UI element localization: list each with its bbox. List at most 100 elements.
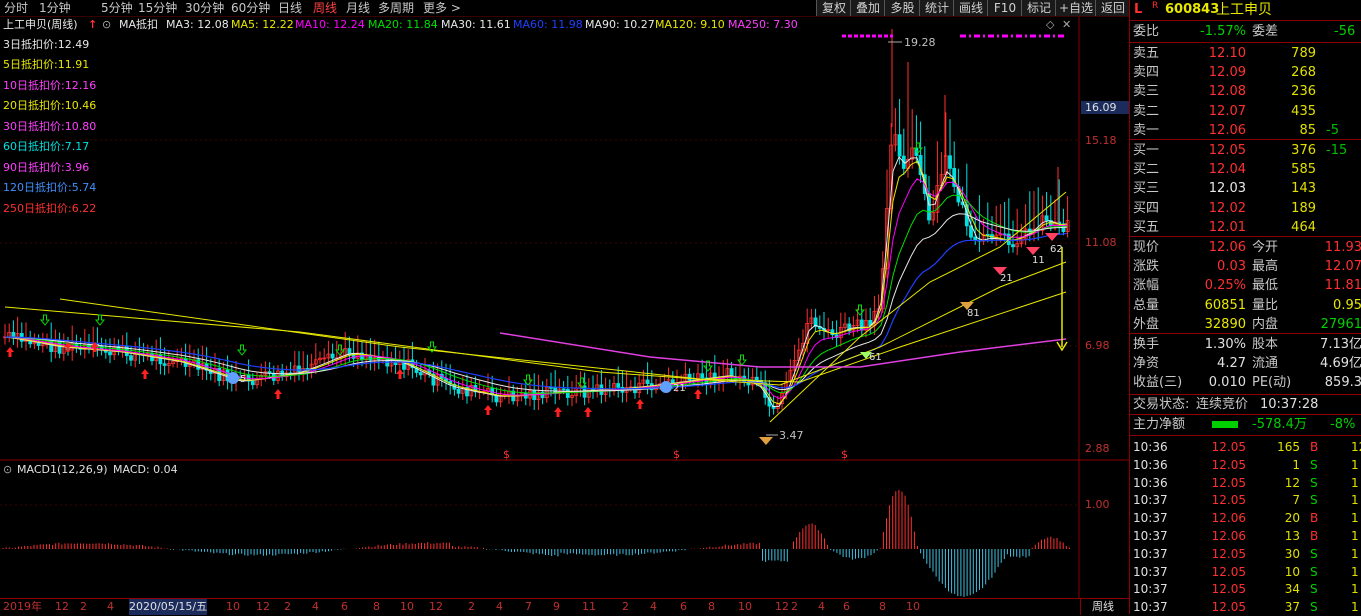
tick-row: 10:37 12.05 10 S 1 bbox=[1133, 564, 1359, 579]
candle-body bbox=[297, 365, 301, 372]
candle-body bbox=[162, 363, 167, 366]
sell-row[interactable]: 卖四 12.09 268 bbox=[1130, 63, 1361, 82]
macd-chart[interactable] bbox=[0, 461, 1129, 598]
candle-body bbox=[124, 345, 129, 357]
tick-row: 10:37 12.05 34 S 1 bbox=[1133, 582, 1359, 597]
sell-row[interactable]: 卖一 12.06 85 -5 bbox=[1130, 121, 1361, 140]
period-tab-fenshi[interactable]: 分时 bbox=[4, 0, 28, 16]
period-tab-60min[interactable]: 60分钟 bbox=[231, 0, 270, 16]
period-tab-week[interactable]: 周线 bbox=[313, 0, 337, 16]
high-label: 19.28 bbox=[904, 36, 936, 49]
candle-body bbox=[456, 388, 461, 394]
period-tab-more[interactable]: 更多 > bbox=[423, 0, 461, 16]
date-label: 4 bbox=[496, 600, 503, 613]
candle-body bbox=[330, 353, 335, 359]
period-tab-1min[interactable]: 1分钟 bbox=[39, 0, 71, 16]
sell-arrow-icon bbox=[736, 354, 748, 366]
buy-arrow-icon bbox=[554, 407, 562, 417]
sell-row[interactable]: 卖三 12.08 236 bbox=[1130, 82, 1361, 101]
date-label: 12 bbox=[55, 600, 69, 613]
date-label: 2 bbox=[80, 600, 87, 613]
sell-arrow-icon bbox=[94, 314, 106, 326]
period-tab-multi[interactable]: 多周期 bbox=[378, 0, 414, 16]
period-tab-15min[interactable]: 15分钟 bbox=[138, 0, 177, 16]
axis-divider bbox=[1080, 599, 1081, 615]
date-label: 2 bbox=[622, 600, 629, 613]
date-label: 4 bbox=[312, 600, 319, 613]
overlay-button[interactable]: 叠加 bbox=[850, 0, 885, 16]
multi-stock-button[interactable]: 多股 bbox=[884, 0, 920, 16]
ball-marker-icon bbox=[660, 381, 672, 393]
stock-code: 600843 bbox=[1165, 2, 1220, 17]
y-tick: 11.08 bbox=[1085, 236, 1117, 249]
sell-arrow-icon bbox=[522, 374, 534, 386]
tick-row: 10:3612.05165B12 bbox=[1133, 440, 1361, 454]
quote-panel: L R 600843 上工申贝 委比 -1.57% 委差 -56 卖五 12.10… bbox=[1129, 0, 1361, 614]
date-label: 12 bbox=[256, 600, 270, 613]
buy-arrow-icon bbox=[6, 347, 14, 357]
marker-label: 5 bbox=[240, 374, 246, 385]
date-label: 11 bbox=[582, 600, 596, 613]
stats-button[interactable]: 统计 bbox=[919, 0, 954, 16]
date-label: 2020/05/15/五 bbox=[129, 599, 208, 615]
marker-label: 21 bbox=[673, 383, 686, 394]
date-label: 6 bbox=[341, 600, 348, 613]
buy-row[interactable]: 买五 12.01 464 bbox=[1130, 218, 1361, 237]
back-button[interactable]: 返回 bbox=[1095, 0, 1130, 16]
buy-arrow-icon bbox=[694, 389, 702, 399]
period-tab-month[interactable]: 月线 bbox=[346, 0, 370, 16]
date-label: 10 bbox=[226, 600, 240, 613]
buy-row[interactable]: 买二 12.04 585 bbox=[1130, 160, 1361, 179]
quote-row: 涨幅 0.25% 最低 11.81 bbox=[1133, 278, 1361, 294]
sell-arrow-icon bbox=[39, 314, 51, 326]
quote-row: 总量 60851 量比 0.95 bbox=[1133, 297, 1361, 313]
stock-header: L R 600843 上工申贝 bbox=[1130, 0, 1361, 20]
date-axis: 2019年 12 2 4 2020/05/15/五 10 12 2 4 6 8 10 12 2 4 7 9 11 2… bbox=[0, 598, 1129, 615]
tick-row: 10:37 12.05 7 S 1 bbox=[1133, 493, 1359, 508]
candle-body bbox=[561, 388, 566, 391]
period-tab-5min[interactable]: 5分钟 bbox=[101, 0, 133, 16]
mark-button[interactable]: 标记 bbox=[1021, 0, 1056, 16]
kline-chart[interactable]: 19.28 3.47 5 21 61 81 21 11 62 $ $ $ bbox=[0, 17, 1129, 461]
sell-row[interactable]: 卖二 12.07 435 bbox=[1130, 102, 1361, 121]
date-label: 10 bbox=[400, 600, 414, 613]
date-label: 2 bbox=[284, 600, 291, 613]
candle-body bbox=[948, 155, 952, 169]
tick-row: 10:37 12.05 37 S 1 bbox=[1133, 600, 1359, 615]
sell-row[interactable]: 卖五 12.10 789 bbox=[1130, 44, 1361, 63]
buy-row[interactable]: 买三 12.03 143 bbox=[1130, 179, 1361, 198]
period-tab-30min[interactable]: 30分钟 bbox=[185, 0, 224, 16]
add-watchlist-button[interactable]: +自选 bbox=[1055, 0, 1096, 16]
date-label: 4 bbox=[107, 600, 114, 613]
ma-line bbox=[499, 332, 1067, 368]
dollar-marker-icon: $ bbox=[503, 448, 510, 461]
buy-row[interactable]: 买一 12.05 376 -15 bbox=[1130, 141, 1361, 160]
candle-body bbox=[393, 362, 398, 366]
diamond-marker-icon bbox=[759, 437, 773, 445]
period-tab-day[interactable]: 日线 bbox=[278, 0, 302, 16]
dollar-marker-icon: $ bbox=[673, 448, 680, 461]
weibi-row: 委比 -1.57% 委差 -56 bbox=[1133, 24, 1356, 39]
marker-label: 21 bbox=[1000, 273, 1013, 284]
candle-body bbox=[687, 373, 692, 381]
f10-button[interactable]: F10 bbox=[987, 0, 1022, 16]
draw-line-button[interactable]: 画线 bbox=[953, 0, 988, 16]
period-toolbar: 分时 1分钟 5分钟 15分钟 30分钟 60分钟 日线 周线 月线 多周期 更… bbox=[0, 0, 1130, 17]
buy-arrow-icon bbox=[141, 369, 149, 379]
y-tick: 15.18 bbox=[1085, 134, 1117, 147]
macd-histogram bbox=[2, 489, 1070, 597]
candle-body bbox=[1044, 215, 1049, 221]
date-label: 4 bbox=[650, 600, 657, 613]
dollar-marker-icon: $ bbox=[841, 448, 848, 461]
candle-body bbox=[645, 379, 650, 385]
diamond-marker-icon bbox=[1045, 233, 1059, 241]
quote-row: 现价 12.06 今开 11.93 bbox=[1133, 240, 1361, 255]
buy-row[interactable]: 买四 12.02 189 bbox=[1130, 199, 1361, 218]
stock-flag-sup: R bbox=[1152, 1, 1159, 11]
y-tick: 2.88 bbox=[1085, 442, 1110, 455]
buy-arrow-icon bbox=[584, 407, 592, 417]
fuquan-button[interactable]: 复权 bbox=[816, 0, 851, 16]
candle-body bbox=[108, 351, 112, 356]
flow-bar bbox=[1212, 421, 1238, 428]
fund-row: 换手 1.30% 股本 7.13亿 bbox=[1133, 337, 1361, 352]
